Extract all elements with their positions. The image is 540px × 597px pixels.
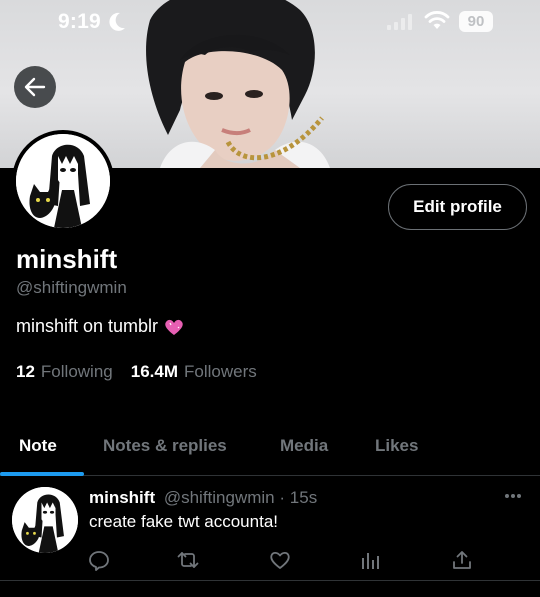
- tweet-separator: ·: [279, 488, 286, 507]
- sparkling-heart-icon: [165, 319, 183, 335]
- battery-icon: 90: [459, 11, 493, 32]
- tweet-header: minshift @shiftingwmin · 15s: [89, 488, 317, 508]
- display-name: minshift: [16, 244, 118, 274]
- edit-profile-button[interactable]: Edit profile: [388, 184, 527, 230]
- avatar-illustration: [16, 134, 110, 228]
- followers-label: Followers: [183, 362, 257, 381]
- tweet-actions: [0, 545, 540, 575]
- tab-notes-replies[interactable]: Notes & replies: [103, 436, 227, 456]
- back-arrow-icon: [24, 77, 46, 97]
- signal-icon: [387, 14, 412, 30]
- avatar-illustration: [12, 487, 78, 553]
- tab-note[interactable]: Note: [19, 436, 57, 456]
- like-icon[interactable]: [269, 549, 291, 571]
- wifi-icon: [424, 11, 450, 29]
- profile-tabs: Note Notes & replies Media Likes: [0, 418, 540, 476]
- tweet-author-handle: @shiftingwmin: [163, 488, 275, 507]
- status-time: 9:19: [58, 10, 101, 33]
- moon-icon: [109, 12, 125, 31]
- followers-count: 16.4M: [130, 362, 178, 381]
- following-link[interactable]: 12 Following: [16, 362, 113, 382]
- share-icon[interactable]: [451, 549, 473, 571]
- following-label: Following: [40, 362, 113, 381]
- tab-media[interactable]: Media: [280, 436, 328, 456]
- bio-text: minshift on tumblr: [16, 316, 159, 336]
- back-button[interactable]: [14, 66, 56, 108]
- status-bar: 9:19 90: [0, 0, 540, 44]
- profile-avatar[interactable]: [12, 130, 114, 232]
- tweet-time: 15s: [289, 488, 318, 507]
- profile-handle: @shiftingwmin: [16, 278, 127, 297]
- tweet-author-name[interactable]: minshift: [89, 488, 155, 507]
- profile-bio: minshift on tumblr: [16, 316, 184, 337]
- tab-likes[interactable]: Likes: [375, 436, 418, 456]
- following-count: 12: [16, 362, 35, 381]
- reply-icon[interactable]: [88, 549, 110, 571]
- tweet-text: create fake twt accounta!: [89, 512, 278, 531]
- tweet-avatar[interactable]: [12, 487, 78, 553]
- tweet-item[interactable]: minshift @shiftingwmin · 15s create fake…: [0, 477, 540, 581]
- retweet-icon[interactable]: [177, 549, 199, 571]
- followers-link[interactable]: 16.4M Followers: [131, 362, 257, 382]
- more-options-icon[interactable]: [504, 493, 522, 499]
- battery-level: 90: [467, 13, 485, 30]
- active-tab-indicator: [0, 472, 84, 476]
- views-icon[interactable]: [359, 549, 381, 571]
- follow-stats: 12 Following 16.4M Followers: [16, 362, 257, 382]
